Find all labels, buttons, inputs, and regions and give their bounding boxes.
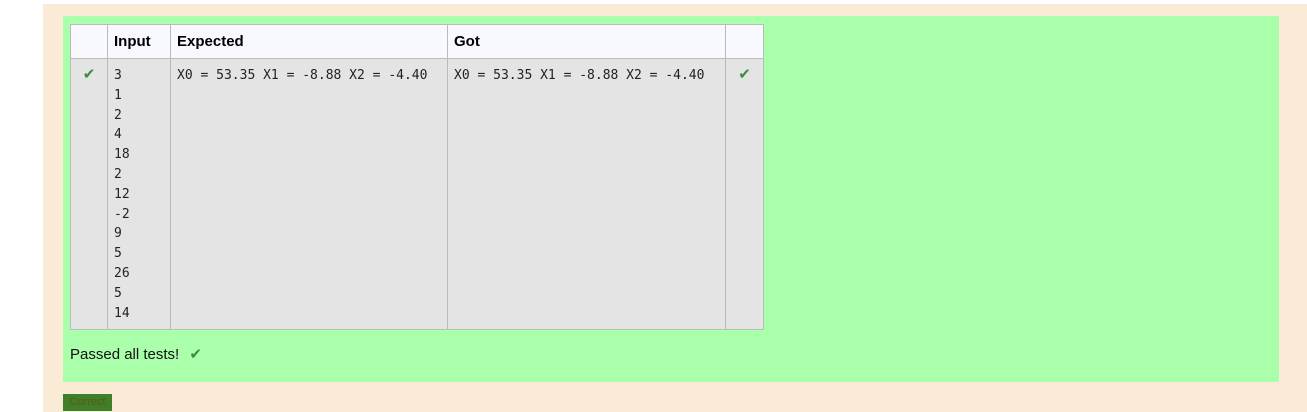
expected-cell: X0 = 53.35 X1 = -8.88 X2 = -4.40 bbox=[170, 57, 448, 331]
input-line: 2 bbox=[114, 107, 122, 123]
check-icon: ✔ bbox=[189, 345, 202, 363]
test-results-panel: Input Expected Got ✔ 3 1 2 4 18 2 12 -2 … bbox=[63, 16, 1279, 382]
input-line: 18 bbox=[114, 147, 130, 163]
input-line: 5 bbox=[114, 285, 122, 301]
header-got: Got bbox=[447, 24, 726, 59]
input-line: 2 bbox=[114, 166, 122, 182]
table-row: ✔ 3 1 2 4 18 2 12 -2 9 5 26 5 14 X0 = 53… bbox=[70, 57, 764, 331]
grade-badge: Correct bbox=[63, 394, 112, 411]
input-line: 4 bbox=[114, 127, 122, 143]
input-line: 14 bbox=[114, 305, 130, 321]
input-line: 1 bbox=[114, 87, 122, 103]
got-output: X0 = 53.35 X1 = -8.88 X2 = -4.40 bbox=[454, 68, 705, 83]
header-status-right bbox=[725, 24, 764, 59]
input-line: -2 bbox=[114, 206, 130, 222]
question-feedback-area: Input Expected Got ✔ 3 1 2 4 18 2 12 -2 … bbox=[43, 4, 1307, 412]
summary-text: Passed all tests! bbox=[70, 346, 180, 363]
expected-output: X0 = 53.35 X1 = -8.88 X2 = -4.40 bbox=[177, 68, 428, 83]
got-cell: X0 = 53.35 X1 = -8.88 X2 = -4.40 bbox=[447, 57, 726, 331]
input-line: 12 bbox=[114, 186, 130, 202]
input-line: 5 bbox=[114, 246, 122, 262]
status-cell-left: ✔ bbox=[70, 57, 108, 331]
results-table: Input Expected Got ✔ 3 1 2 4 18 2 12 -2 … bbox=[70, 24, 764, 331]
input-line: 26 bbox=[114, 265, 130, 281]
table-header-row: Input Expected Got bbox=[70, 24, 764, 59]
input-line: 9 bbox=[114, 226, 122, 242]
summary-message: Passed all tests! ✔ bbox=[70, 345, 202, 363]
check-icon: ✔ bbox=[738, 65, 751, 83]
input-line: 3 bbox=[114, 68, 122, 83]
header-expected: Expected bbox=[170, 24, 448, 59]
check-icon: ✔ bbox=[82, 65, 96, 83]
header-status-left bbox=[70, 24, 108, 59]
input-cell: 3 1 2 4 18 2 12 -2 9 5 26 5 14 bbox=[107, 57, 171, 331]
header-input: Input bbox=[107, 24, 171, 59]
status-cell-right: ✔ bbox=[725, 57, 764, 331]
